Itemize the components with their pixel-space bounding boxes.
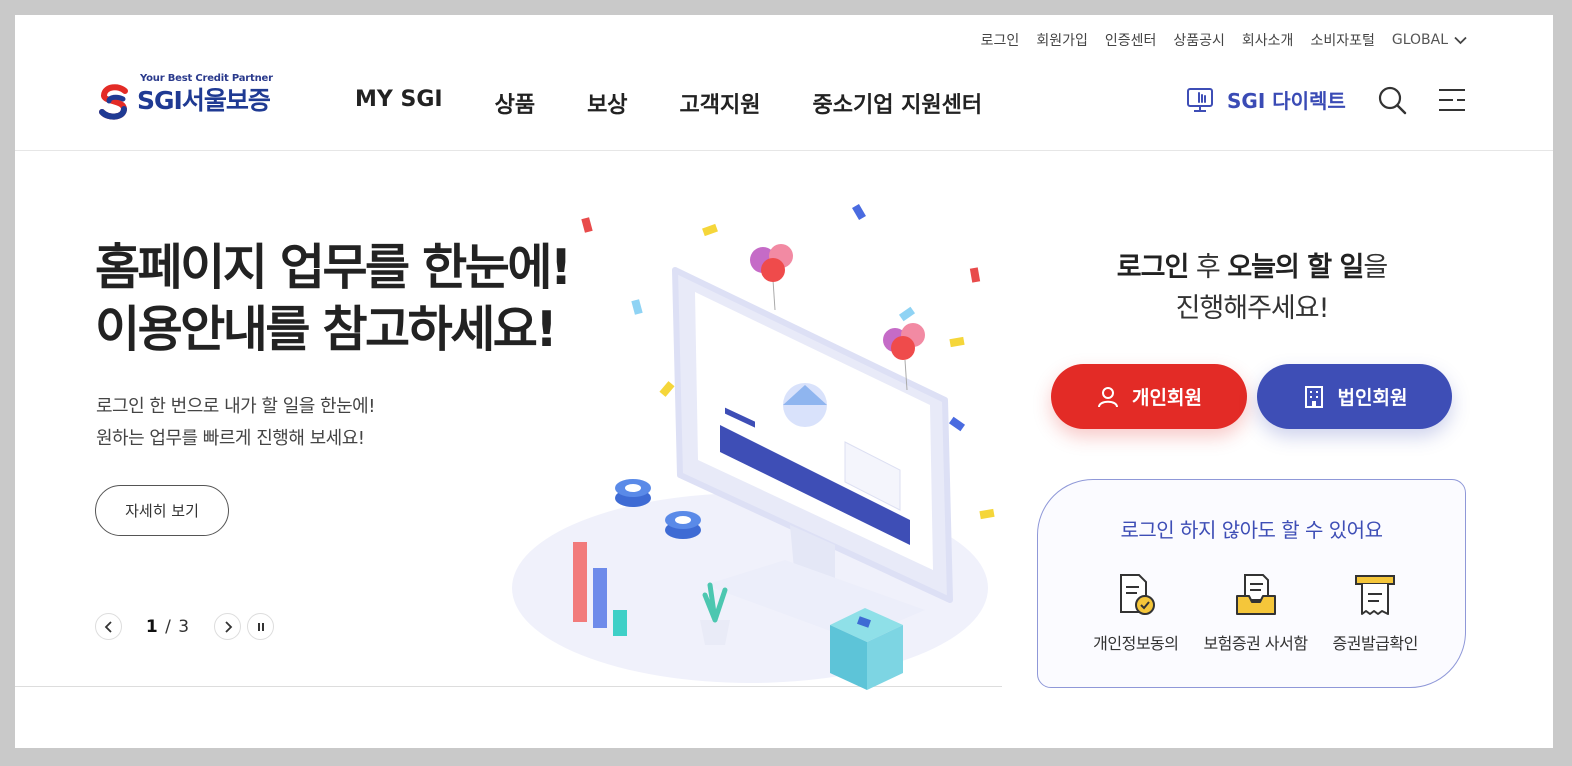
utility-login-link[interactable]: 로그인: [981, 30, 1020, 50]
login-prompt-highlight-todo: 오늘의 할 일: [1227, 252, 1364, 283]
pause-slide-button[interactable]: [247, 613, 274, 640]
quick-policy-mailbox-label: 보험증권 사서함: [1203, 634, 1308, 653]
sgi-direct-label: SGI 다이렉트: [1227, 88, 1346, 113]
logo-tagline: Your Best Credit Partner: [140, 73, 273, 84]
quick-privacy-consent-label: 개인정보동의: [1093, 634, 1179, 653]
nav-products[interactable]: 상품: [495, 87, 535, 119]
hero-title-line1: 홈페이지 업무를 한눈에!: [95, 239, 572, 296]
quick-certificate-verify-label: 증권발급확인: [1332, 634, 1419, 653]
quick-privacy-consent[interactable]: 개인정보동의: [1076, 572, 1196, 654]
slide-separator: /: [165, 616, 172, 637]
search-icon[interactable]: [1377, 85, 1407, 115]
sgi-logo[interactable]: Your Best Credit Partner SGI서울보증: [97, 73, 273, 121]
hero-illustration: [512, 203, 995, 690]
hero-title: 홈페이지 업무를 한눈에! 이용안내를 참고하세요!: [95, 237, 572, 361]
login-prompt-end: 을: [1363, 252, 1388, 283]
slide-pager: 1 / 3: [95, 613, 274, 640]
utility-company-link[interactable]: 회사소개: [1242, 30, 1294, 50]
chevron-right-icon: [224, 620, 232, 633]
utility-consumer-portal-link[interactable]: 소비자포털: [1310, 30, 1374, 50]
receipt-print-icon: [1355, 575, 1396, 615]
chevron-left-icon: [104, 620, 112, 633]
person-icon: [1098, 386, 1119, 407]
pause-icon: [257, 622, 264, 631]
hero-description: 로그인 한 번으로 내가 할 일을 한눈에! 원하는 업무를 빠르게 진행해 보…: [96, 391, 375, 455]
hero-title-line2: 이용안내를 참고하세요!: [95, 301, 558, 358]
prev-slide-button[interactable]: [95, 613, 122, 640]
monitor-touch-icon: [1187, 88, 1213, 112]
quick-service-list: 개인정보동의 보험증권 사서함 증권발급확인: [1076, 572, 1435, 654]
slide-total: 3: [178, 616, 191, 637]
quick-certificate-verify[interactable]: 증권발급확인: [1315, 572, 1435, 654]
login-prompt-line2: 진행해주세요!: [1175, 293, 1330, 324]
global-language-select[interactable]: GLOBAL: [1392, 30, 1467, 50]
nav-sme-support-center[interactable]: 중소기업 지원센터: [813, 87, 983, 119]
no-login-services-box: 로그인 하지 않아도 할 수 있어요 개인정보동의 보험증권 사서함 증권발급확…: [1037, 479, 1466, 688]
document-check-icon: [1119, 574, 1155, 615]
utility-nav: 로그인 회원가입 인증센터 상품공시 회사소개 소비자포털 GLOBAL: [981, 30, 1467, 50]
hero-desc-line1: 로그인 한 번으로 내가 할 일을 한눈에!: [96, 396, 375, 417]
corporate-member-label: 법인회원: [1337, 387, 1408, 409]
slide-counter: 1 / 3: [122, 617, 214, 637]
sgi-logo-mark-icon: [99, 84, 128, 120]
login-prompt-highlight-login: 로그인: [1116, 252, 1190, 283]
login-prompt-mid: 후: [1188, 252, 1228, 283]
quick-policy-mailbox[interactable]: 보험증권 사서함: [1196, 572, 1316, 654]
detail-button[interactable]: 자세히 보기: [95, 485, 229, 536]
hamburger-menu-icon[interactable]: [1437, 85, 1467, 115]
utility-product-disclosure-link[interactable]: 상품공시: [1173, 30, 1225, 50]
next-slide-button[interactable]: [214, 613, 241, 640]
building-icon: [1304, 385, 1323, 408]
page-frame: 로그인 회원가입 인증센터 상품공시 회사소개 소비자포털 GLOBAL You…: [15, 15, 1553, 748]
utility-signup-link[interactable]: 회원가입: [1036, 30, 1088, 50]
login-prompt: 로그인 후 오늘의 할 일을 진행해주세요!: [1037, 247, 1467, 329]
header: Your Best Credit Partner SGI서울보증 MY SGI …: [15, 67, 1553, 151]
slide-current: 1: [145, 616, 159, 637]
main-nav: MY SGI 상품 보상 고객지원 중소기업 지원센터: [355, 87, 982, 119]
hero-desc-line2: 원하는 업무를 빠르게 진행해 보세요!: [96, 428, 365, 449]
nav-compensation[interactable]: 보상: [587, 87, 627, 119]
personal-member-button[interactable]: 개인회원: [1051, 364, 1247, 429]
utility-auth-center-link[interactable]: 인증센터: [1105, 30, 1157, 50]
nav-customer-support[interactable]: 고객지원: [680, 87, 761, 119]
no-login-services-title: 로그인 하지 않아도 할 수 있어요: [1120, 518, 1384, 542]
nav-my-sgi[interactable]: MY SGI: [355, 87, 443, 119]
sgi-direct-link[interactable]: SGI 다이렉트: [1185, 83, 1346, 115]
mailbox-document-icon: [1235, 574, 1276, 615]
corporate-member-button[interactable]: 법인회원: [1257, 364, 1452, 429]
personal-member-label: 개인회원: [1132, 387, 1202, 409]
chevron-down-icon: [1454, 36, 1467, 44]
global-label: GLOBAL: [1391, 32, 1448, 48]
